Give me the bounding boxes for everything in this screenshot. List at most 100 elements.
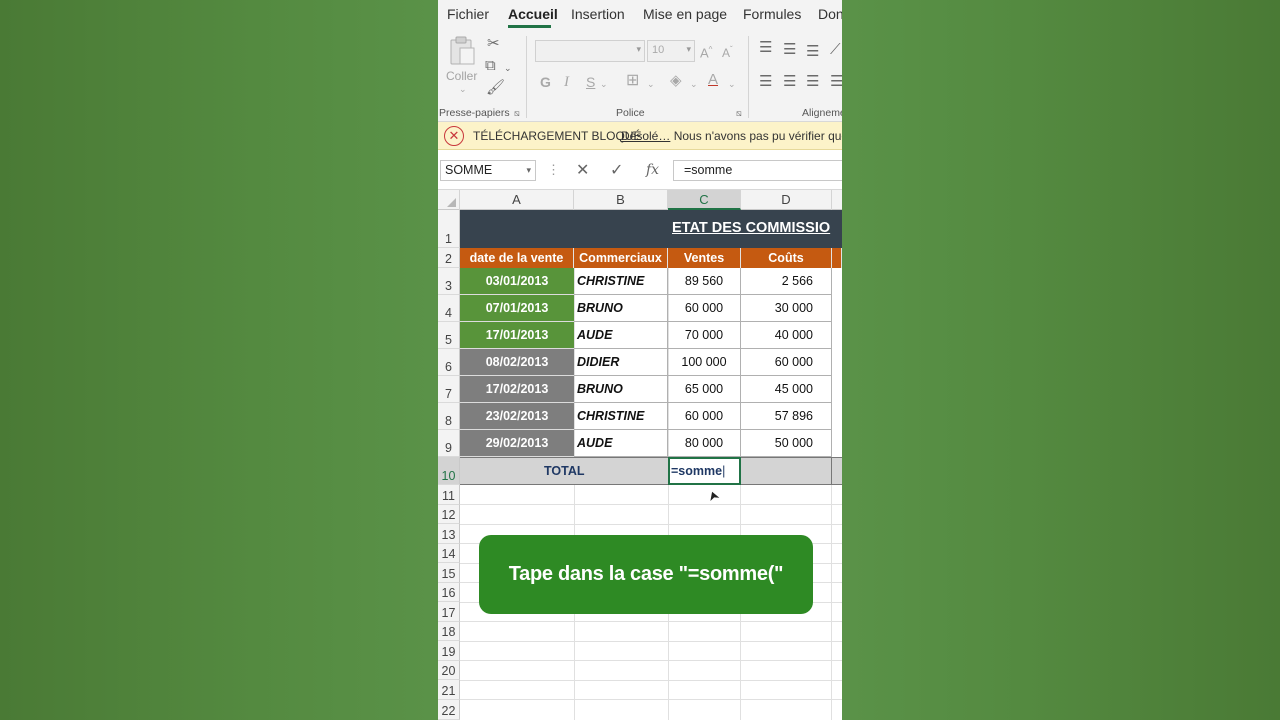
row-header[interactable]: 1 — [438, 210, 460, 248]
date-cell[interactable]: 17/01/2013 — [460, 322, 574, 349]
increase-font-icon[interactable]: A^ — [700, 42, 712, 61]
row-header[interactable]: 14 — [438, 543, 460, 563]
row-header[interactable]: 8 — [438, 403, 460, 430]
bold-button[interactable]: G — [540, 74, 551, 90]
row-header[interactable]: 6 — [438, 349, 460, 376]
enter-icon[interactable]: ✓ — [610, 160, 623, 180]
row-header[interactable]: 2 — [438, 248, 460, 268]
column-header-b[interactable]: B — [574, 190, 668, 210]
name-cell[interactable]: BRUNO — [574, 295, 668, 322]
cost-cell[interactable]: 30 000 — [741, 295, 832, 322]
row-header[interactable]: 11 — [438, 485, 460, 505]
select-all-button[interactable] — [438, 190, 460, 210]
dialog-launcher-icon[interactable]: ⧅ — [514, 108, 520, 119]
row-header[interactable]: 5 — [438, 322, 460, 349]
align-middle-icon[interactable]: ☰ — [783, 42, 796, 58]
formula-input[interactable]: =somme — [673, 160, 842, 181]
paste-button[interactable]: Coller ⌄ — [446, 36, 478, 96]
sales-cell[interactable]: 70 000 — [668, 322, 741, 349]
date-cell[interactable]: 03/01/2013 — [460, 268, 574, 295]
date-cell[interactable]: 29/02/2013 — [460, 430, 574, 457]
name-box[interactable]: SOMME ▾ — [440, 160, 536, 181]
name-cell[interactable]: BRUNO — [574, 376, 668, 403]
row-header[interactable]: 4 — [438, 295, 460, 322]
column-header-a[interactable]: A — [460, 190, 574, 210]
tab-mise-en-page[interactable]: Mise en page — [643, 6, 727, 22]
fill-color-icon[interactable]: ◈ — [670, 73, 682, 89]
tab-insertion[interactable]: Insertion — [571, 6, 625, 22]
sales-cell[interactable]: 65 000 — [668, 376, 741, 403]
row-header[interactable]: 12 — [438, 504, 460, 524]
name-cell[interactable]: AUDE — [574, 322, 668, 349]
sales-cell[interactable]: 80 000 — [668, 430, 741, 457]
row-header[interactable]: 15 — [438, 563, 460, 583]
sheet-title[interactable]: ETAT DES COMMISSIO — [672, 220, 830, 236]
header-cell-commerciaux[interactable]: Commerciaux — [574, 248, 668, 268]
row-header[interactable]: 16 — [438, 582, 460, 602]
sales-cell[interactable]: 100 000 — [668, 349, 741, 376]
font-color-icon[interactable]: A — [708, 72, 718, 88]
cost-cell[interactable]: 60 000 — [741, 349, 832, 376]
date-cell[interactable]: 08/02/2013 — [460, 349, 574, 376]
row-header[interactable]: 10 — [438, 457, 460, 485]
align-right-icon[interactable]: ☰ — [806, 74, 819, 90]
name-cell[interactable]: AUDE — [574, 430, 668, 457]
align-top-icon[interactable]: ☰ — [759, 40, 772, 56]
cost-cell[interactable]: 2 566 — [741, 268, 832, 295]
align-left-icon[interactable]: ☰ — [759, 74, 772, 90]
name-cell[interactable]: DIDIER — [574, 349, 668, 376]
orientation-icon[interactable]: ⟋ — [830, 42, 841, 58]
tab-fichier[interactable]: Fichier — [447, 6, 489, 22]
borders-icon[interactable]: ⊞ — [626, 73, 639, 89]
cost-cell[interactable]: 45 000 — [741, 376, 832, 403]
date-cell[interactable]: 17/02/2013 — [460, 376, 574, 403]
font-name-combo[interactable]: ▾ — [535, 40, 645, 62]
header-cell-next[interactable] — [832, 248, 842, 268]
row-header[interactable]: 20 — [438, 660, 460, 680]
row-header[interactable]: 22 — [438, 699, 460, 720]
name-cell[interactable]: CHRISTINE — [574, 268, 668, 295]
cut-icon[interactable]: ✂ — [487, 36, 500, 52]
cost-cell[interactable]: 57 896 — [741, 403, 832, 430]
sales-cell[interactable]: 60 000 — [668, 295, 741, 322]
row-header[interactable]: 7 — [438, 376, 460, 403]
sales-cell[interactable]: 60 000 — [668, 403, 741, 430]
row-header[interactable]: 18 — [438, 621, 460, 641]
font-size-combo[interactable]: 10 ▾ — [647, 40, 695, 62]
row-header[interactable]: 17 — [438, 602, 460, 622]
dialog-launcher-icon[interactable]: ⧅ — [736, 108, 742, 119]
column-header-d[interactable]: D — [741, 190, 832, 210]
date-cell[interactable]: 23/02/2013 — [460, 403, 574, 430]
total-label[interactable]: TOTAL — [544, 464, 585, 478]
cost-cell[interactable]: 40 000 — [741, 322, 832, 349]
tab-formules[interactable]: Formules — [743, 6, 801, 22]
row-header[interactable]: 9 — [438, 430, 460, 457]
name-cell[interactable]: CHRISTINE — [574, 403, 668, 430]
active-cell-input[interactable]: =somme| — [668, 457, 741, 485]
copy-icon[interactable]: ⧉ — [485, 58, 496, 74]
cancel-icon[interactable]: ✕ — [576, 160, 589, 180]
underline-button[interactable]: S — [586, 74, 595, 90]
sales-cell[interactable]: 89 560 — [668, 268, 741, 295]
tab-donnees[interactable]: Don — [818, 6, 842, 22]
row-header[interactable]: 3 — [438, 268, 460, 295]
align-bottom-icon[interactable]: ☰ — [806, 44, 819, 60]
italic-button[interactable]: I — [564, 74, 569, 90]
cost-cell[interactable]: 50 000 — [741, 430, 832, 457]
indent-icon[interactable]: ☰ — [830, 74, 842, 90]
tab-accueil[interactable]: Accueil — [508, 6, 558, 22]
row-header[interactable]: 13 — [438, 524, 460, 544]
align-center-icon[interactable]: ☰ — [783, 74, 796, 90]
format-painter-icon[interactable]: 🖌 — [486, 80, 505, 96]
decrease-font-icon[interactable]: Aˇ — [722, 42, 733, 61]
message-link[interactable]: Désolé… — [621, 129, 670, 143]
header-cell-date[interactable]: date de la vente — [460, 248, 574, 268]
header-cell-couts[interactable]: Coûts — [741, 248, 832, 268]
row-header[interactable]: 19 — [438, 641, 460, 661]
header-cell-ventes[interactable]: Ventes — [668, 248, 741, 268]
date-cell[interactable]: 07/01/2013 — [460, 295, 574, 322]
insert-function-icon[interactable]: fx — [646, 162, 659, 178]
formula-bar-grip[interactable]: ⋮ — [547, 162, 560, 178]
row-header[interactable]: 21 — [438, 680, 460, 700]
column-header-c[interactable]: C — [668, 190, 741, 210]
